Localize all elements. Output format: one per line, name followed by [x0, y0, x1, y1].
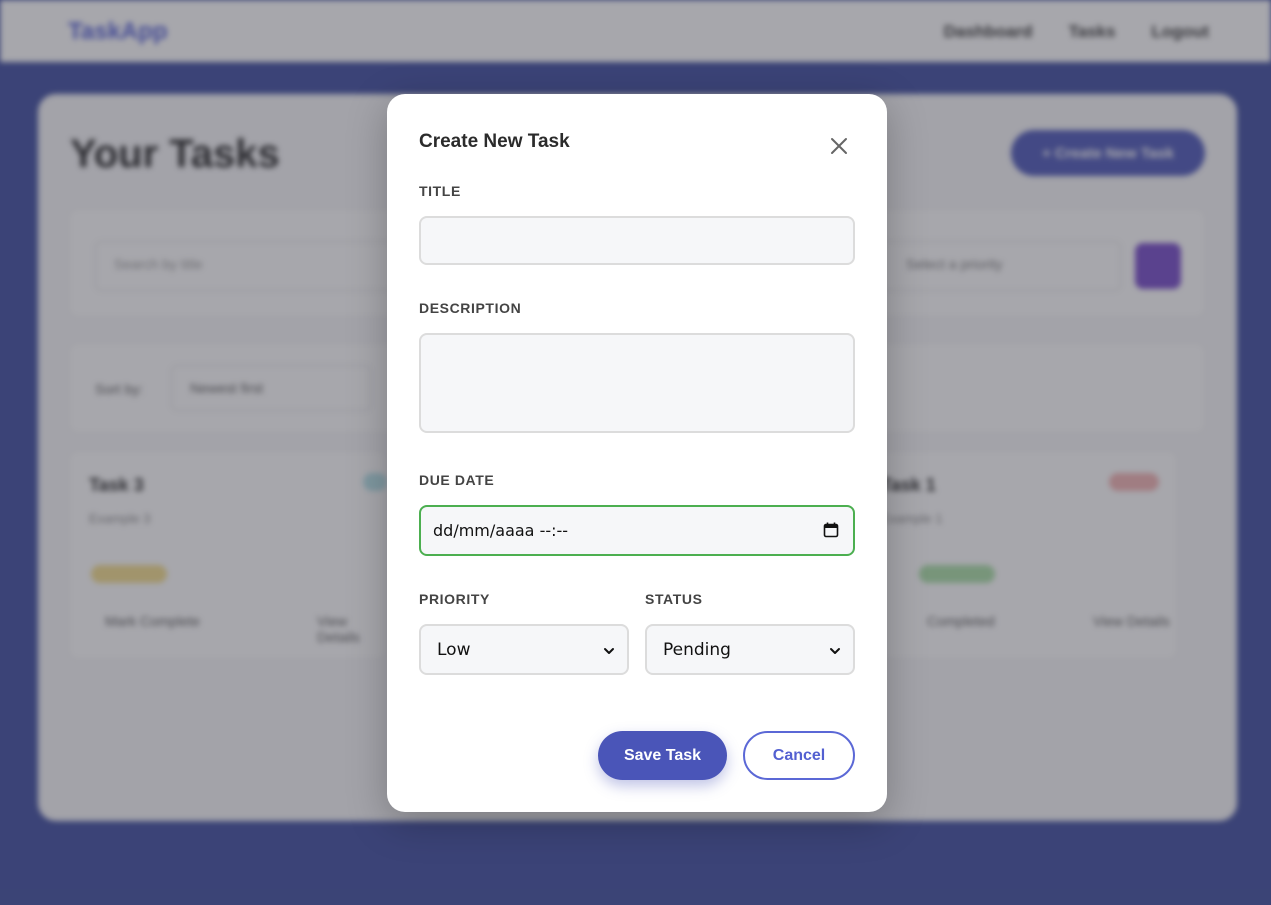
- priority-select-value: Low: [437, 639, 471, 660]
- status-label: STATUS: [645, 591, 703, 607]
- calendar-icon[interactable]: [823, 522, 839, 538]
- create-task-modal: Create New Task TITLE DESCRIPTION DUE DA…: [387, 94, 887, 812]
- due-date-label: DUE DATE: [419, 472, 495, 488]
- priority-select[interactable]: Low: [419, 624, 629, 675]
- modal-title: Create New Task: [419, 131, 570, 152]
- save-task-button[interactable]: Save Task: [598, 731, 727, 780]
- due-date-value: dd/mm/aaaa --:--: [433, 521, 569, 540]
- chevron-down-icon: [603, 644, 615, 656]
- title-label: TITLE: [419, 183, 461, 199]
- description-label: DESCRIPTION: [419, 300, 522, 316]
- due-date-input[interactable]: dd/mm/aaaa --:--: [419, 505, 855, 556]
- chevron-down-icon: [829, 644, 841, 656]
- priority-label: PRIORITY: [419, 591, 490, 607]
- cancel-button[interactable]: Cancel: [743, 731, 855, 780]
- close-icon[interactable]: [827, 134, 851, 158]
- status-select-value: Pending: [663, 639, 731, 660]
- title-input[interactable]: [419, 216, 855, 265]
- description-textarea[interactable]: [419, 333, 855, 433]
- status-select[interactable]: Pending: [645, 624, 855, 675]
